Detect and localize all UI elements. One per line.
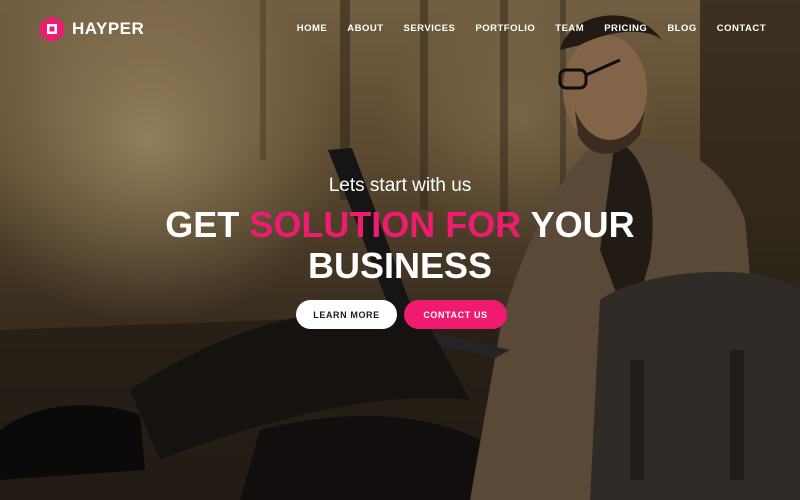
hexagon-square-logo-icon: [40, 16, 64, 42]
nav-item-pricing[interactable]: PRICING: [604, 23, 647, 34]
learn-more-button[interactable]: LEARN MORE: [296, 300, 397, 329]
headline-line-2: BUSINESS: [307, 245, 493, 286]
nav-item-home[interactable]: HOME: [297, 23, 328, 34]
brand-logo[interactable]: HAYPER: [38, 14, 144, 44]
nav-item-portfolio[interactable]: PORTFOLIO: [475, 23, 535, 34]
nav-item-about[interactable]: ABOUT: [347, 23, 383, 34]
hero-tagline: Lets start with us: [328, 175, 472, 196]
nav-item-blog[interactable]: BLOG: [667, 23, 696, 34]
headline-part-1: GET: [165, 204, 250, 245]
hero-headline: GET SOLUTION FOR YOUR BUSINESS: [0, 204, 800, 286]
brand-name: HAYPER: [72, 19, 145, 38]
headline-accent: SOLUTION FOR: [249, 204, 522, 245]
nav-item-contact[interactable]: CONTACT: [717, 23, 766, 34]
headline-part-2: YOUR: [521, 204, 635, 245]
nav-item-team[interactable]: TEAM: [555, 23, 584, 34]
contact-us-button[interactable]: CONTACT US: [404, 300, 507, 329]
main-navigation: HOME ABOUT SERVICES PORTFOLIO TEAM PRICI…: [297, 23, 766, 34]
nav-item-services[interactable]: SERVICES: [404, 23, 456, 34]
